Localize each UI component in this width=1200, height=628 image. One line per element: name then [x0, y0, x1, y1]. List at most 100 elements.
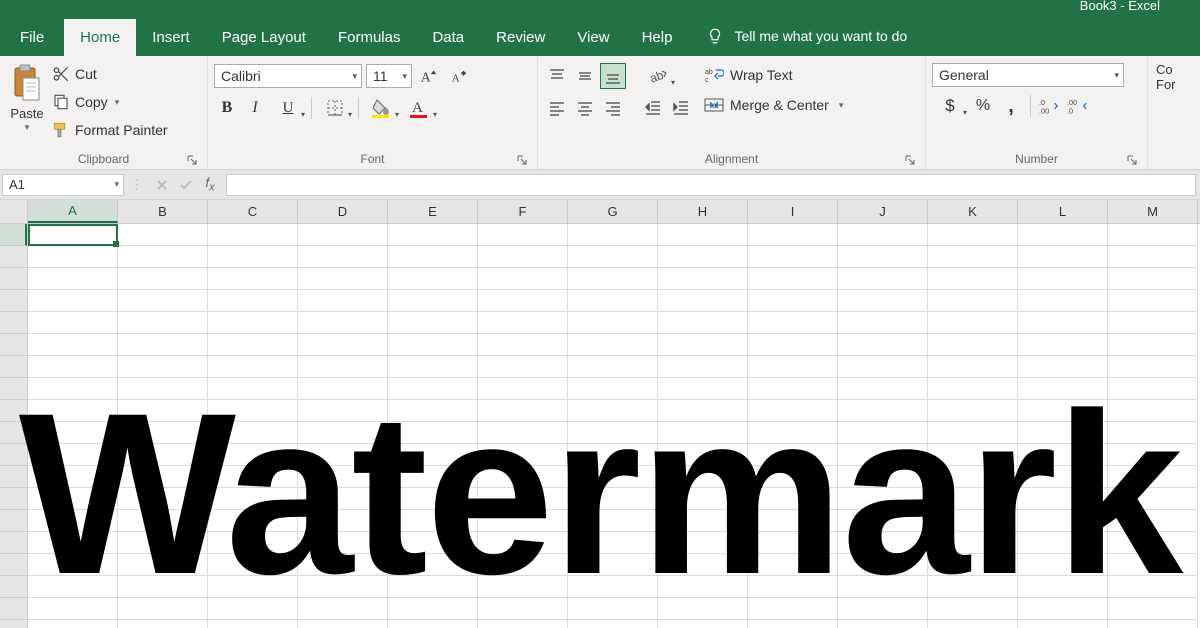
bold-button[interactable]: B	[214, 95, 240, 121]
column-header[interactable]: C	[208, 200, 298, 223]
cell[interactable]	[928, 378, 1018, 400]
cell[interactable]	[208, 598, 298, 620]
cell[interactable]	[298, 268, 388, 290]
cell[interactable]	[838, 290, 928, 312]
cell[interactable]	[28, 598, 118, 620]
cell[interactable]	[298, 312, 388, 334]
tab-view[interactable]: View	[561, 19, 625, 56]
cell[interactable]	[28, 510, 118, 532]
cell[interactable]	[658, 422, 748, 444]
cell[interactable]	[838, 444, 928, 466]
align-middle-button[interactable]	[572, 63, 598, 89]
cell[interactable]	[568, 532, 658, 554]
merge-center-button[interactable]: a Merge & Center ▾	[704, 93, 843, 117]
cell[interactable]	[568, 510, 658, 532]
cell[interactable]	[118, 334, 208, 356]
cell[interactable]	[748, 444, 838, 466]
underline-button[interactable]: U▾	[270, 95, 306, 121]
cell[interactable]	[478, 488, 568, 510]
cell[interactable]	[748, 422, 838, 444]
row-header[interactable]	[0, 312, 27, 334]
cut-button[interactable]: Cut	[52, 63, 168, 85]
cell[interactable]	[1018, 488, 1108, 510]
cell[interactable]	[388, 356, 478, 378]
cell[interactable]	[1108, 510, 1198, 532]
cell[interactable]	[928, 334, 1018, 356]
increase-font-size-button[interactable]: A	[416, 63, 442, 89]
comma-format-button[interactable]: ,	[998, 93, 1024, 119]
increase-indent-button[interactable]	[668, 95, 694, 121]
cell[interactable]	[568, 334, 658, 356]
cell[interactable]	[1108, 334, 1198, 356]
cell[interactable]	[1018, 378, 1108, 400]
cell[interactable]	[1018, 532, 1108, 554]
cell[interactable]	[838, 532, 928, 554]
cell[interactable]	[28, 334, 118, 356]
row-header[interactable]	[0, 268, 27, 290]
cell[interactable]	[658, 334, 748, 356]
cell[interactable]	[1108, 356, 1198, 378]
cell[interactable]	[298, 400, 388, 422]
cell[interactable]	[28, 488, 118, 510]
cell[interactable]	[298, 598, 388, 620]
cell[interactable]	[478, 576, 568, 598]
cell[interactable]	[208, 246, 298, 268]
cells-area[interactable]	[28, 224, 1200, 628]
cell[interactable]	[748, 312, 838, 334]
tab-file[interactable]: File	[0, 19, 64, 56]
cell[interactable]	[838, 576, 928, 598]
cell[interactable]	[1108, 290, 1198, 312]
cell[interactable]	[1108, 268, 1198, 290]
cell[interactable]	[478, 268, 568, 290]
cell[interactable]	[388, 532, 478, 554]
cell[interactable]	[748, 466, 838, 488]
cell[interactable]	[1108, 444, 1198, 466]
align-left-button[interactable]	[544, 95, 570, 121]
cell[interactable]	[658, 466, 748, 488]
cell[interactable]	[298, 290, 388, 312]
decrease-indent-button[interactable]	[640, 95, 666, 121]
cell[interactable]	[28, 356, 118, 378]
row-header[interactable]	[0, 290, 27, 312]
row-header[interactable]	[0, 532, 27, 554]
cell[interactable]	[388, 312, 478, 334]
cell[interactable]	[838, 620, 928, 628]
cell[interactable]	[838, 400, 928, 422]
cell[interactable]	[748, 620, 838, 628]
cell[interactable]	[208, 554, 298, 576]
align-right-button[interactable]	[600, 95, 626, 121]
cell[interactable]	[928, 290, 1018, 312]
cell[interactable]	[568, 444, 658, 466]
cell[interactable]	[298, 532, 388, 554]
cell[interactable]	[838, 510, 928, 532]
cell[interactable]	[928, 466, 1018, 488]
row-header[interactable]	[0, 510, 27, 532]
cell[interactable]	[1018, 422, 1108, 444]
cell[interactable]	[298, 510, 388, 532]
column-header[interactable]: A	[28, 200, 118, 223]
cell[interactable]	[298, 488, 388, 510]
chevron-down-icon[interactable]: ▾	[25, 122, 30, 133]
cell[interactable]	[1108, 224, 1198, 246]
wrap-text-button[interactable]: abc Wrap Text	[704, 63, 843, 87]
font-dialog-launcher[interactable]	[515, 153, 529, 167]
cell[interactable]	[1018, 576, 1108, 598]
cell[interactable]	[928, 246, 1018, 268]
cell[interactable]	[748, 268, 838, 290]
cell[interactable]	[28, 312, 118, 334]
align-top-button[interactable]	[544, 63, 570, 89]
row-header[interactable]	[0, 334, 27, 356]
column-header[interactable]: D	[298, 200, 388, 223]
cell[interactable]	[838, 554, 928, 576]
number-format-combo[interactable]: General ▾	[932, 63, 1124, 87]
fill-color-button[interactable]: ▾	[364, 95, 400, 121]
cell[interactable]	[1018, 554, 1108, 576]
cell[interactable]	[1018, 510, 1108, 532]
select-all-corner[interactable]	[0, 200, 28, 223]
row-header[interactable]	[0, 620, 27, 628]
cell[interactable]	[388, 378, 478, 400]
cell[interactable]	[748, 224, 838, 246]
row-header[interactable]	[0, 444, 27, 466]
cell[interactable]	[118, 598, 208, 620]
cell[interactable]	[388, 510, 478, 532]
